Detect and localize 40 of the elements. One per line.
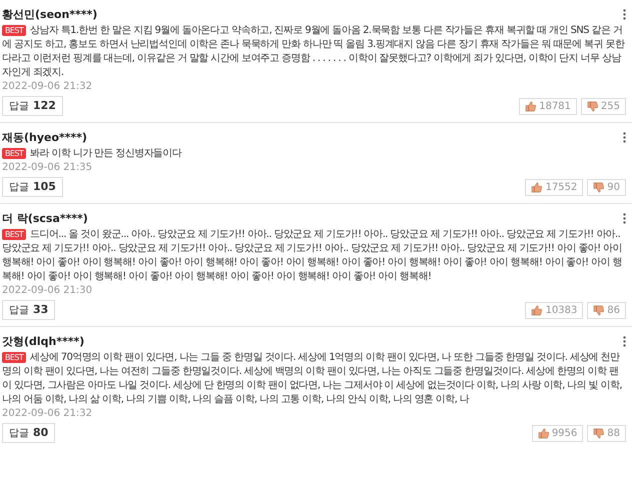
thumbs-up-icon	[525, 100, 536, 112]
best-badge: BEST	[2, 148, 26, 159]
dislike-button[interactable]: 86	[587, 302, 626, 318]
comment-text: BEST 드디어... 올 것이 왔군... 아아.. 당았군요 제 기도가!! 아아.. 당았군요 제 기도가!! 아아.. 당았군요 제 기도가!! 아아.. 당았군요 제 기도가!! 아아.. 당았군요 제 기도가!! 아아.. 당았군요 제 기도가!! 아아.. 당았군요 제 기도가!! 아아.. 당았군요 제 기도가!! 아아.. 당았군요 제 기도가!! 아이 좋아! 아이 행복해! 아이 좋아! 아이 행복해! 아이 좋아! 아이 행복해! 아이 좋아! 아이 행복해! 아이 좋아! 아이 행복해! 아이 좋아! 아이 행복해! 아이 좋아! 아이 행복해! 아이 좋아! 아이 행복해! 아이 좋아! 아이 행복해! 아이 좋아! 아이 행복해! 아이 좋아! 아이 행복해!	[2, 228, 623, 284]
thumbs-up-icon	[531, 182, 542, 192]
comment-date: 2022-09-06 21:30	[2, 285, 94, 296]
more-icon[interactable]	[623, 336, 626, 347]
comment-text: BEST 상남자 특1.한번 한 말은 지킴 9월에 돌아온다고 약속하고, 진짜로 9월에 돌아옴 2.묵묵함 보통 다른 작가들은 휴재 복귀할 때 개인 SNS 같은 거에 공지도 하고, 홍보도 하면서 난리법석인데 이학은 존나 묵묵하게 만화 하나만 띡 올림 3.핑계대지 않음 다른 장기 휴재 작가들은 뭐 때문에 복귀 못한다라고 이런저런 핑계를 대는데, 이유같은 거 말할 시간에 보여주고 증명함 . . . . . . . 이학이 잘못했다고? 이학에게 죄가 있다면, 이학이 단지 너무 상남자인게 죄겠지.	[2, 24, 626, 80]
more-icon[interactable]	[623, 213, 626, 224]
thumbs-down-icon	[593, 304, 604, 316]
reply-button[interactable]: 답글 122	[2, 96, 63, 116]
reply-button[interactable]: 답글 80	[2, 423, 56, 443]
author-name: 갓형(dlqh****)	[2, 334, 84, 349]
author-name: 재동(hyeo****)	[2, 130, 88, 145]
author-name: 더 락(scsa****)	[2, 211, 88, 226]
like-button[interactable]: 18781	[519, 98, 577, 114]
thumbs-up-icon	[531, 304, 542, 316]
like-button[interactable]: 10383	[525, 302, 584, 318]
thumbs-down-icon	[586, 100, 598, 112]
comment-date: 2022-09-06 21:35	[2, 162, 94, 173]
dislike-button[interactable]: 90	[587, 178, 626, 196]
comment-date: 2022-09-06 21:32	[2, 408, 94, 419]
dislike-button[interactable]: 255	[580, 98, 626, 114]
best-badge: BEST	[2, 229, 26, 240]
reply-button[interactable]: 답글 105	[2, 177, 63, 197]
like-button[interactable]: 17552	[525, 178, 584, 196]
best-badge: BEST	[2, 25, 26, 36]
comment-text: BEST 봐라 이학 니가 만든 정신병자들이다	[2, 147, 626, 161]
thumbs-down-icon	[593, 428, 604, 438]
like-button[interactable]: 9956	[532, 424, 584, 442]
more-icon[interactable]	[623, 132, 626, 143]
best-badge: BEST	[2, 352, 26, 363]
comment-date: 2022-09-06 21:32	[2, 81, 94, 92]
thumbs-down-icon	[593, 182, 604, 192]
dislike-button[interactable]: 88	[587, 424, 626, 442]
thumbs-up-icon	[538, 428, 549, 438]
more-icon[interactable]	[623, 9, 626, 20]
reply-button[interactable]: 답글 33	[2, 300, 56, 320]
author-name: 황선민(seon****)	[2, 7, 98, 22]
comment-text: BEST 세상에 70억명의 이학 팬이 있다면, 나는 그들 중 한명일 것이다. 세상에 1억명의 이학 팬이 있다면, 나 또한 그들중 한명일 것이다. 세상에 천만명의 이학 팬이 있다면, 나는 여전히 그들중 한명일것이다. 세상에 백명의 이학 팬이 있다면, 나는 아직도 그들중 한명일것이다. 세상에 한명의 이학 팬이 있다면, 그사람은 아마도 나일 것이다. 세상에 단 한명의 이학 팬이 없다면, 나는 그제서야 이 세상에 없는것이다 이학, 나의 사랑 이학, 나의 빛 이학, 나의 어둠 이학, 나의 삶 이학, 나의 기쁨 이학, 나의 슬픔 이학, 나의 고통 이학, 나의 안식 이학, 나의 영혼 이학, 나	[2, 351, 623, 407]
